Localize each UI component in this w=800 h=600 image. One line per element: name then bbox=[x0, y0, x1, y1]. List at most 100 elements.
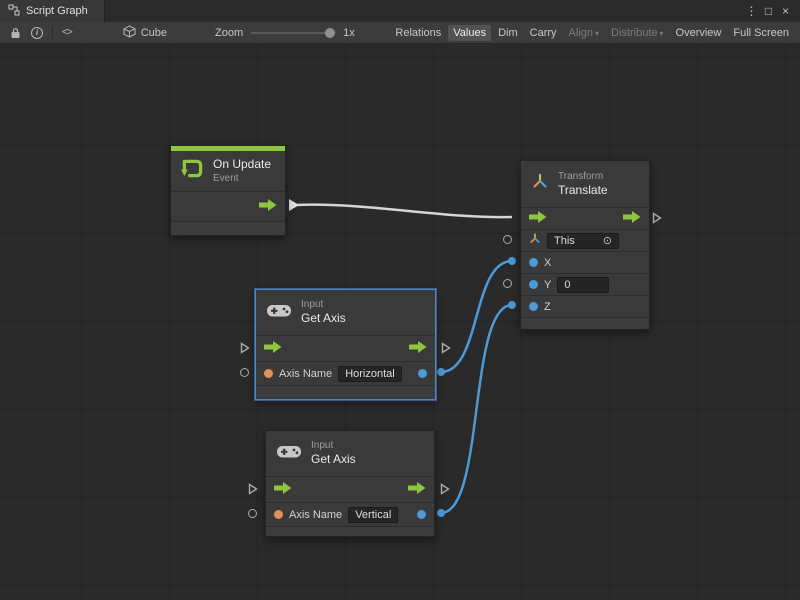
fullscreen-button[interactable]: Full Screen bbox=[728, 25, 794, 41]
control-input-outer-triangle-icon[interactable] bbox=[240, 341, 250, 359]
control-output-port[interactable] bbox=[408, 481, 426, 499]
this-outer-port-circle[interactable] bbox=[503, 235, 512, 244]
graph-target[interactable]: Cube bbox=[123, 25, 167, 41]
tab-script-graph[interactable]: Script Graph bbox=[0, 0, 105, 22]
node-footer bbox=[256, 385, 435, 399]
node-footer bbox=[521, 317, 649, 329]
zoom-control: Zoom 1x bbox=[215, 27, 355, 39]
gamepad-icon bbox=[276, 443, 302, 465]
result-output-port[interactable] bbox=[418, 369, 427, 378]
maximize-icon[interactable]: □ bbox=[760, 0, 777, 22]
y-port-row: Y 0 bbox=[521, 273, 649, 295]
control-output-port[interactable] bbox=[623, 210, 641, 228]
this-object-field[interactable]: This ⊙ bbox=[547, 233, 619, 249]
y-value: 0 bbox=[564, 279, 570, 291]
node-footer bbox=[266, 526, 434, 536]
relations-button[interactable]: Relations bbox=[390, 25, 446, 41]
node-title: Get Axis bbox=[301, 311, 346, 327]
result-output-port[interactable] bbox=[417, 510, 426, 519]
control-output-outer-triangle-icon[interactable] bbox=[440, 482, 450, 500]
node-transform-translate[interactable]: Transform Translate This bbox=[520, 160, 650, 330]
control-output-port[interactable] bbox=[259, 198, 277, 216]
node-header: Transform Translate bbox=[521, 161, 649, 207]
zoom-slider-handle[interactable] bbox=[325, 28, 335, 38]
wire-horizontal-to-x[interactable] bbox=[441, 261, 512, 372]
axis-name-outer-port-circle[interactable] bbox=[240, 368, 249, 377]
code-view-icon[interactable]: <> bbox=[57, 27, 77, 38]
wire-vertical-to-z[interactable] bbox=[441, 305, 512, 513]
axis-name-label: Axis Name bbox=[279, 368, 332, 380]
axis-name-value: Horizontal bbox=[345, 368, 395, 380]
object-picker-icon[interactable]: ⊙ bbox=[595, 234, 612, 247]
on-update-loop-icon bbox=[181, 158, 204, 184]
y-input-port[interactable] bbox=[529, 280, 538, 289]
align-label: Align bbox=[569, 27, 593, 39]
z-port-row: Z bbox=[521, 295, 649, 317]
wire-start-arrow-icon bbox=[289, 199, 299, 211]
control-ports-row bbox=[256, 335, 435, 361]
info-icon[interactable]: i bbox=[26, 27, 48, 39]
node-category: Transform bbox=[558, 170, 608, 183]
node-header: Input Get Axis bbox=[266, 431, 434, 476]
control-input-port[interactable] bbox=[274, 481, 292, 499]
control-input-port[interactable] bbox=[529, 210, 547, 228]
node-header: On Update Event bbox=[171, 151, 285, 191]
menu-icon[interactable]: ⋮ bbox=[743, 0, 760, 22]
axis-name-outer-port-circle[interactable] bbox=[248, 509, 257, 518]
control-ports-row bbox=[521, 207, 649, 229]
toolbar-separator bbox=[52, 26, 53, 39]
z-input-port[interactable] bbox=[529, 302, 538, 311]
wire-endpoint-dot bbox=[508, 257, 516, 265]
z-port-label: Z bbox=[544, 301, 551, 313]
control-input-outer-triangle-icon[interactable] bbox=[248, 482, 258, 500]
axis-name-field[interactable]: Vertical bbox=[348, 507, 398, 523]
x-port-row: X bbox=[521, 251, 649, 273]
control-output-outer-triangle-icon[interactable] bbox=[441, 341, 451, 359]
node-footer bbox=[171, 221, 285, 235]
lock-icon[interactable] bbox=[5, 27, 26, 39]
node-on-update-event[interactable]: On Update Event bbox=[170, 145, 286, 236]
wire-endpoint-dot bbox=[437, 509, 445, 517]
graph-canvas[interactable]: On Update Event Transform Transl bbox=[0, 44, 800, 600]
values-button[interactable]: Values bbox=[448, 25, 491, 41]
wire-control-onupdate-translate[interactable] bbox=[296, 205, 512, 218]
align-button[interactable]: Align▾ bbox=[564, 25, 604, 41]
node-category: Input bbox=[301, 298, 346, 311]
node-header: Input Get Axis bbox=[256, 290, 435, 335]
wire-endpoint-dot bbox=[508, 301, 516, 309]
x-input-port[interactable] bbox=[529, 258, 538, 267]
y-value-field[interactable]: 0 bbox=[557, 277, 609, 293]
y-outer-port-circle[interactable] bbox=[503, 279, 512, 288]
node-title: On Update bbox=[213, 157, 271, 173]
y-port-label: Y bbox=[544, 279, 551, 291]
node-get-axis-horizontal[interactable]: Input Get Axis Axis Name Horizontal bbox=[255, 289, 436, 400]
zoom-slider[interactable] bbox=[251, 32, 335, 34]
axis-name-row: Axis Name Horizontal bbox=[256, 361, 435, 385]
axis-name-input-port[interactable] bbox=[274, 510, 283, 519]
axis-name-field[interactable]: Horizontal bbox=[338, 366, 402, 382]
cube-icon bbox=[123, 25, 136, 41]
this-port-row: This ⊙ bbox=[521, 229, 649, 251]
distribute-label: Distribute bbox=[611, 27, 657, 39]
dim-button[interactable]: Dim bbox=[493, 25, 523, 41]
control-ports-row bbox=[266, 476, 434, 502]
toolbar-buttons: Relations Values Dim Carry Align▾ Distri… bbox=[389, 25, 795, 41]
distribute-button[interactable]: Distribute▾ bbox=[606, 25, 668, 41]
control-output-outer-triangle-icon[interactable] bbox=[652, 211, 662, 229]
close-icon[interactable]: × bbox=[777, 0, 794, 22]
gamepad-icon bbox=[266, 302, 292, 324]
this-value: This bbox=[554, 235, 575, 247]
transform-icon bbox=[531, 173, 549, 196]
wire-endpoint-dot bbox=[437, 368, 445, 376]
carry-button[interactable]: Carry bbox=[525, 25, 562, 41]
script-graph-icon bbox=[8, 4, 20, 19]
control-input-port[interactable] bbox=[264, 340, 282, 358]
control-output-port[interactable] bbox=[409, 340, 427, 358]
tab-title: Script Graph bbox=[26, 5, 88, 17]
node-get-axis-vertical[interactable]: Input Get Axis Axis Name Vertical bbox=[265, 430, 435, 537]
window-titlebar: Script Graph ⋮ □ × bbox=[0, 0, 800, 22]
node-title: Translate bbox=[558, 183, 608, 199]
axis-name-input-port[interactable] bbox=[264, 369, 273, 378]
overview-button[interactable]: Overview bbox=[671, 25, 727, 41]
window-controls: ⋮ □ × bbox=[743, 0, 800, 22]
